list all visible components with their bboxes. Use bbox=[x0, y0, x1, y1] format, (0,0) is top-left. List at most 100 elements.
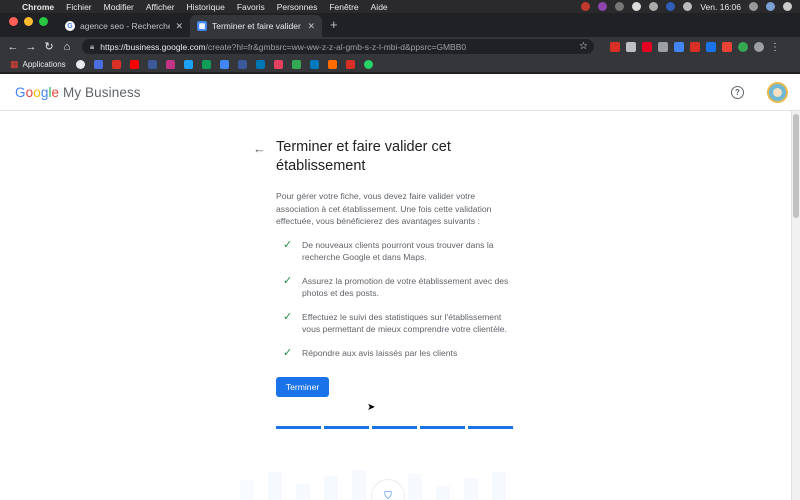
illustration-bar bbox=[240, 480, 254, 500]
close-tab-icon[interactable]: ✕ bbox=[307, 21, 315, 32]
avatar-face bbox=[773, 87, 782, 97]
flag-fr-icon[interactable] bbox=[666, 2, 676, 11]
gmb-page: Google My Business ? ← Terminer et faire… bbox=[0, 74, 800, 500]
bookmark-icons bbox=[75, 59, 373, 69]
bookmark-icon[interactable] bbox=[327, 59, 337, 69]
tab-agence-seo[interactable]: G agence seo - Recherche Google ✕ bbox=[58, 15, 190, 37]
menu-kebab-icon[interactable]: ⋮ bbox=[770, 42, 780, 53]
address-bar[interactable]: 🔒︎ https://business.google.com /create?h… bbox=[82, 39, 594, 54]
linkedin-icon[interactable] bbox=[255, 59, 265, 69]
close-tab-icon[interactable]: ✕ bbox=[175, 21, 183, 32]
menu-favoris[interactable]: Favoris bbox=[237, 2, 265, 12]
reload-button[interactable]: ↻ bbox=[40, 40, 58, 53]
google-favicon-icon: G bbox=[65, 21, 75, 31]
verification-panel: Terminer et faire valider cet établissem… bbox=[276, 138, 516, 397]
bookmark-icon[interactable] bbox=[273, 59, 283, 69]
lock-icon[interactable]: 🔒︎ bbox=[90, 42, 94, 52]
back-arrow-icon[interactable]: ← bbox=[253, 141, 266, 156]
extensions: ⋮ bbox=[610, 41, 780, 53]
tab-terminer[interactable]: ▦ Terminer et faire valider cet ét ✕ bbox=[190, 15, 322, 37]
extension-icon[interactable] bbox=[706, 41, 716, 52]
menu-fichier[interactable]: Fichier bbox=[66, 2, 92, 12]
gmb-favicon-icon: ▦ bbox=[197, 21, 207, 31]
siri-icon[interactable] bbox=[766, 2, 775, 11]
extension-icon[interactable] bbox=[738, 41, 748, 52]
bookmark-icon[interactable] bbox=[75, 59, 85, 69]
minimize-window-icon[interactable] bbox=[24, 16, 33, 26]
page-title: Terminer et faire valider cet établissem… bbox=[276, 139, 451, 174]
apps-grid-icon: ▦ bbox=[10, 58, 19, 69]
illustration-bar bbox=[408, 474, 422, 500]
bookmark-icon[interactable] bbox=[201, 59, 211, 69]
tray-icon-eye[interactable] bbox=[615, 2, 625, 11]
tab-strip: G agence seo - Recherche Google ✕ ▦ Term… bbox=[0, 13, 800, 37]
terminer-button[interactable]: Terminer bbox=[276, 377, 329, 397]
notification-center-icon[interactable] bbox=[783, 2, 792, 11]
youtube-icon[interactable] bbox=[129, 59, 139, 69]
check-icon: ✓ bbox=[283, 310, 293, 323]
bookmark-label: Applications bbox=[22, 59, 66, 69]
tray-icon-record[interactable] bbox=[581, 2, 591, 11]
bookmark-icon[interactable] bbox=[93, 59, 103, 69]
logo-letter: G bbox=[15, 84, 26, 100]
new-tab-button[interactable]: + bbox=[322, 17, 346, 37]
facebook-icon[interactable] bbox=[147, 59, 157, 69]
battery-icon[interactable] bbox=[683, 2, 693, 11]
facebook-icon[interactable] bbox=[237, 59, 247, 69]
list-item: ✓ Assurez la promotion de votre établiss… bbox=[276, 275, 516, 300]
bookmark-icon[interactable] bbox=[345, 59, 355, 69]
zoom-window-icon[interactable] bbox=[39, 16, 48, 26]
illustration-bar bbox=[352, 470, 366, 500]
menu-fenetre[interactable]: Fenêtre bbox=[329, 2, 358, 12]
illustration-bar bbox=[492, 472, 506, 500]
extension-icon[interactable] bbox=[658, 41, 668, 52]
menu-aide[interactable]: Aide bbox=[371, 2, 388, 12]
progress-step bbox=[324, 426, 369, 429]
whatsapp-icon[interactable] bbox=[363, 59, 373, 69]
cloud-icon[interactable] bbox=[632, 2, 642, 11]
bookmark-applications[interactable]: ▦ Applications bbox=[0, 59, 66, 70]
home-button[interactable]: ⌂ bbox=[58, 41, 76, 53]
extension-icon[interactable] bbox=[722, 41, 732, 52]
spotlight-icon[interactable] bbox=[749, 2, 758, 11]
bookmark-icon[interactable] bbox=[291, 59, 301, 69]
benefit-text: Répondre aux avis laissés par les client… bbox=[302, 347, 458, 358]
menu-modifier[interactable]: Modifier bbox=[104, 2, 134, 12]
extension-icon[interactable] bbox=[690, 41, 700, 52]
extension-icon[interactable] bbox=[626, 41, 636, 52]
bookmark-icon[interactable] bbox=[219, 59, 229, 69]
menu-personnes[interactable]: Personnes bbox=[277, 2, 318, 12]
twitter-icon[interactable] bbox=[183, 59, 193, 69]
tray-icon-app[interactable] bbox=[598, 2, 608, 11]
close-window-icon[interactable] bbox=[9, 16, 18, 26]
check-icon: ✓ bbox=[283, 274, 293, 287]
wifi-icon[interactable] bbox=[649, 2, 659, 11]
back-button[interactable]: ← bbox=[4, 41, 22, 53]
forward-button[interactable]: → bbox=[22, 41, 40, 53]
bookmark-star-icon[interactable]: ☆ bbox=[579, 41, 594, 52]
help-icon[interactable]: ? bbox=[731, 85, 744, 99]
tab-title: agence seo - Recherche Google bbox=[80, 21, 171, 31]
window-controls bbox=[0, 16, 58, 34]
profile-icon[interactable] bbox=[754, 41, 764, 52]
menu-afficher[interactable]: Afficher bbox=[146, 2, 175, 12]
google-my-business-logo[interactable]: Google My Business bbox=[15, 85, 141, 100]
app-menu-chrome[interactable]: Chrome bbox=[22, 2, 54, 12]
clock[interactable]: Ven. 16:06 bbox=[700, 2, 741, 12]
instagram-icon[interactable] bbox=[165, 59, 175, 69]
extension-icon[interactable] bbox=[674, 41, 684, 52]
progress-step bbox=[276, 426, 321, 429]
pinterest-icon[interactable] bbox=[642, 41, 652, 52]
extension-icon[interactable] bbox=[610, 41, 620, 52]
check-icon: ✓ bbox=[283, 346, 293, 359]
trello-icon[interactable] bbox=[309, 59, 319, 69]
illustration-bar bbox=[464, 478, 478, 500]
avatar[interactable] bbox=[767, 81, 788, 103]
menu-historique[interactable]: Historique bbox=[187, 2, 225, 12]
benefit-text: Effectuez le suivi des statistiques sur … bbox=[302, 311, 507, 335]
progress-step bbox=[372, 426, 417, 429]
page-scrollbar[interactable] bbox=[791, 111, 800, 500]
bookmarks-bar: ▦ Applications bbox=[0, 56, 800, 73]
scrollbar-thumb[interactable] bbox=[793, 114, 799, 218]
bookmark-icon[interactable] bbox=[111, 59, 121, 69]
